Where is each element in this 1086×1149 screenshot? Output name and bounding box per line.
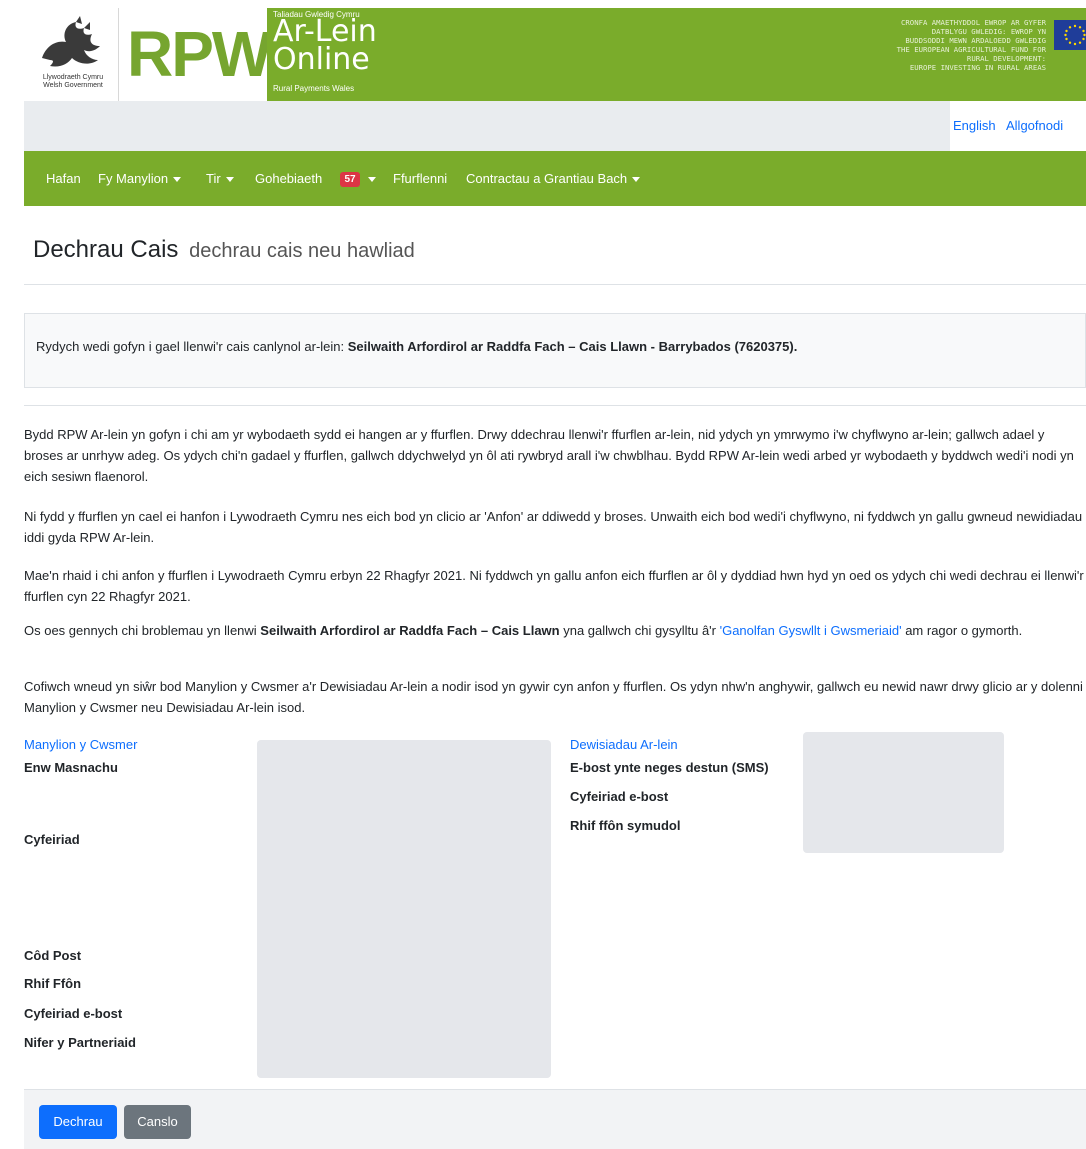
help-application-name: Seilwaith Arfordirol ar Raddfa Fach – Ca… (260, 623, 560, 638)
correspondence-count-badge: 57 (340, 172, 360, 187)
info-paragraph: Ni fydd y ffurflen yn cael ei hanfon i L… (24, 509, 1083, 545)
eu-line: BUDDSODDI MEWN ARDALOEDD GWLEDIG (905, 36, 1046, 45)
alert-application-name: Seilwaith Arfordirol ar Raddfa Fach – Ca… (347, 339, 798, 354)
eu-line: RURAL DEVELOPMENT: (966, 54, 1046, 63)
welsh-government-logo[interactable]: Llywodraeth Cymru Welsh Government (24, 8, 119, 101)
email-or-sms-label: E-bost ynte neges destun (SMS) (570, 760, 769, 775)
preferences-values-redacted (803, 732, 1004, 853)
help-paragraph: Os oes gennych chi broblemau yn llenwi S… (24, 620, 1084, 641)
phone-label: Rhif Ffôn (24, 976, 82, 991)
rpw-logo[interactable]: RPW (119, 8, 272, 101)
start-button[interactable]: Dechrau (39, 1105, 117, 1139)
nav-contracts-label: Contractau a Grantiau Bach (466, 171, 628, 186)
partners-label: Nifer y Partneriaid (24, 1035, 136, 1050)
info-paragraph: Cofiwch wneud yn siŵr bod Manylion y Cws… (24, 679, 1083, 715)
customer-details-values-redacted (257, 740, 551, 1078)
nav-my-details[interactable]: Fy Manylion (98, 171, 182, 186)
page-title-main: Dechrau Cais (33, 236, 179, 263)
gov-name-cy: Llywodraeth Cymru (42, 74, 104, 81)
divider (24, 405, 1086, 406)
cancel-button[interactable]: Canslo (124, 1105, 191, 1139)
alert-prefix: Rydych wedi gofyn i gael llenwi'r cais c… (36, 339, 348, 354)
nav-land-label: Tir (206, 171, 221, 186)
divider (24, 284, 1086, 285)
eu-line: DATBLYGU GWLEDIG: EWROP YN (931, 27, 1046, 36)
chevron-down-icon (368, 177, 376, 183)
dragon-icon (42, 16, 100, 67)
eu-flag-icon (1054, 20, 1086, 50)
info-paragraph: Mae'n rhaid i chi anfon y ffurflen i Lyw… (24, 568, 1084, 604)
info-paragraph: Bydd RPW Ar-lein yn gofyn i chi am yr wy… (24, 427, 1074, 484)
nav-correspondence-dropdown[interactable] (363, 171, 376, 186)
nav-forms[interactable]: Ffurflenni (393, 171, 447, 186)
nav-correspondence-label: Gohebiaeth (255, 171, 323, 186)
logout-link[interactable]: Allgofnodi (1006, 118, 1063, 133)
nav-my-details-label: Fy Manylion (98, 171, 169, 186)
email-label: Cyfeiriad e-bost (24, 1006, 123, 1021)
top-bar (24, 101, 1086, 151)
site-banner: Llywodraeth Cymru Welsh Government RPW T… (24, 0, 1086, 101)
nav-contracts[interactable]: Contractau a Grantiau Bach (466, 171, 641, 186)
postcode-label: Côd Post (24, 948, 82, 963)
nav-land[interactable]: Tir (206, 171, 234, 186)
language-link[interactable]: English (953, 118, 996, 133)
page-subtitle: dechrau cais neu hawliad (189, 240, 415, 262)
mobile-label: Rhif ffôn symudol (570, 818, 681, 833)
online-preferences-link[interactable]: Dewisiadau Ar-lein (570, 737, 678, 752)
banner-subtitle-bottom: Rural Payments Wales (273, 84, 355, 93)
nav-correspondence[interactable]: Gohebiaeth (255, 171, 322, 186)
trading-name-label: Enw Masnachu (24, 760, 118, 775)
eu-line: EUROPE INVESTING IN RURAL AREAS (909, 63, 1046, 72)
rpw-logo-text: RPW (127, 18, 272, 90)
gov-name-en: Welsh Government (43, 82, 103, 89)
help-text: Os oes gennych chi broblemau yn llenwi (24, 623, 261, 638)
customer-details-link[interactable]: Manylion y Cwsmer (24, 737, 137, 752)
chevron-down-icon (632, 177, 641, 183)
eu-funding-text: CRONFA AMAETHYDDOL EWROP AR GYFER DATBLY… (826, 18, 1046, 72)
address-label: Cyfeiriad (24, 832, 80, 847)
alert-message: Rydych wedi gofyn i gael llenwi'r cais c… (36, 339, 797, 354)
help-text: am ragor o gymorth. (901, 623, 1023, 638)
banner-title-area: Taliadau Gwledig Cymru Ar-Lein Online Ru… (267, 8, 1086, 101)
page-title: Dechrau Cais dechrau cais neu hawliad (33, 236, 415, 264)
preferences-email-label: Cyfeiriad e-bost (570, 789, 669, 804)
eu-line: CRONFA AMAETHYDDOL EWROP AR GYFER (901, 18, 1046, 27)
eu-line: THE EUROPEAN AGRICULTURAL FUND FOR (896, 45, 1046, 54)
help-text: yna gallwch chi gysylltu â'r (559, 623, 720, 638)
nav-home[interactable]: Hafan (46, 171, 81, 186)
chevron-down-icon (173, 177, 182, 183)
banner-title-english: Online (273, 42, 370, 77)
customer-contact-centre-link[interactable]: 'Ganolfan Gyswllt i Gwsmeriaid' (720, 623, 902, 638)
chevron-down-icon (225, 177, 234, 183)
